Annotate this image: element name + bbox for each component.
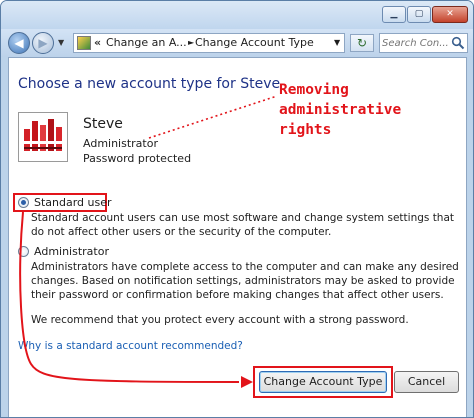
address-overflow-chevron[interactable]: « — [94, 34, 101, 52]
radio-button-unchecked[interactable] — [18, 246, 29, 257]
change-account-type-button[interactable]: Change Account Type — [259, 371, 387, 393]
back-arrow-icon: ◀ — [14, 36, 24, 50]
cancel-button[interactable]: Cancel — [394, 371, 459, 393]
user-picture — [18, 112, 68, 162]
radio-button-checked[interactable] — [18, 197, 29, 208]
maximize-icon: ▢ — [414, 9, 424, 19]
title-bar: ▁ ▢ ✕ — [1, 1, 473, 29]
forward-button[interactable]: ▶ — [32, 32, 54, 54]
recent-pages-dropdown[interactable]: ▼ — [58, 38, 64, 47]
user-picture-icon — [21, 115, 65, 159]
user-role: Administrator — [83, 137, 158, 150]
search-box[interactable] — [379, 33, 468, 53]
breadcrumb-change-an-account[interactable]: Change an A... — [106, 34, 187, 52]
maximize-button[interactable]: ▢ — [407, 6, 431, 23]
close-icon: ✕ — [446, 9, 454, 19]
user-name: Steve — [83, 116, 123, 132]
user-password-status: Password protected — [83, 152, 192, 165]
refresh-button[interactable]: ↻ — [350, 34, 374, 52]
search-icon[interactable] — [451, 36, 465, 50]
breadcrumb-change-account-type[interactable]: Change Account Type — [195, 34, 314, 52]
window: ▁ ▢ ✕ ◀ ▶ ▼ « Change an A... ► Change Ac… — [0, 0, 474, 418]
page-title: Choose a new account type for Steve — [18, 76, 281, 92]
content-pane: Choose a new account type for Steve Stev… — [8, 57, 467, 417]
radio-label-standard-user[interactable]: Standard user — [34, 196, 112, 209]
address-dropdown-icon[interactable]: ▼ — [334, 34, 340, 52]
back-button[interactable]: ◀ — [8, 32, 30, 54]
administrator-description: Administrators have complete access to t… — [31, 261, 459, 301]
search-input[interactable] — [382, 35, 450, 51]
navigation-bar: ◀ ▶ ▼ « Change an A... ► Change Account … — [1, 29, 473, 57]
password-recommendation: We recommend that you protect every acco… — [31, 314, 409, 326]
refresh-icon: ↻ — [356, 36, 368, 50]
breadcrumb-separator-icon[interactable]: ► — [188, 34, 194, 52]
address-bar[interactable]: « Change an A... ► Change Account Type ▼ — [73, 33, 345, 53]
radio-label-administrator[interactable]: Administrator — [34, 245, 109, 258]
minimize-button[interactable]: ▁ — [382, 6, 406, 23]
annotation-callout: Removing administrative rights — [279, 82, 402, 138]
standard-user-description: Standard account users can use most soft… — [31, 212, 455, 238]
forward-arrow-icon: ▶ — [38, 36, 48, 50]
minimize-icon: ▁ — [390, 9, 398, 19]
help-link-standard-account[interactable]: Why is a standard account recommended? — [18, 340, 243, 352]
control-panel-icon — [77, 36, 91, 50]
close-button[interactable]: ✕ — [432, 6, 468, 23]
